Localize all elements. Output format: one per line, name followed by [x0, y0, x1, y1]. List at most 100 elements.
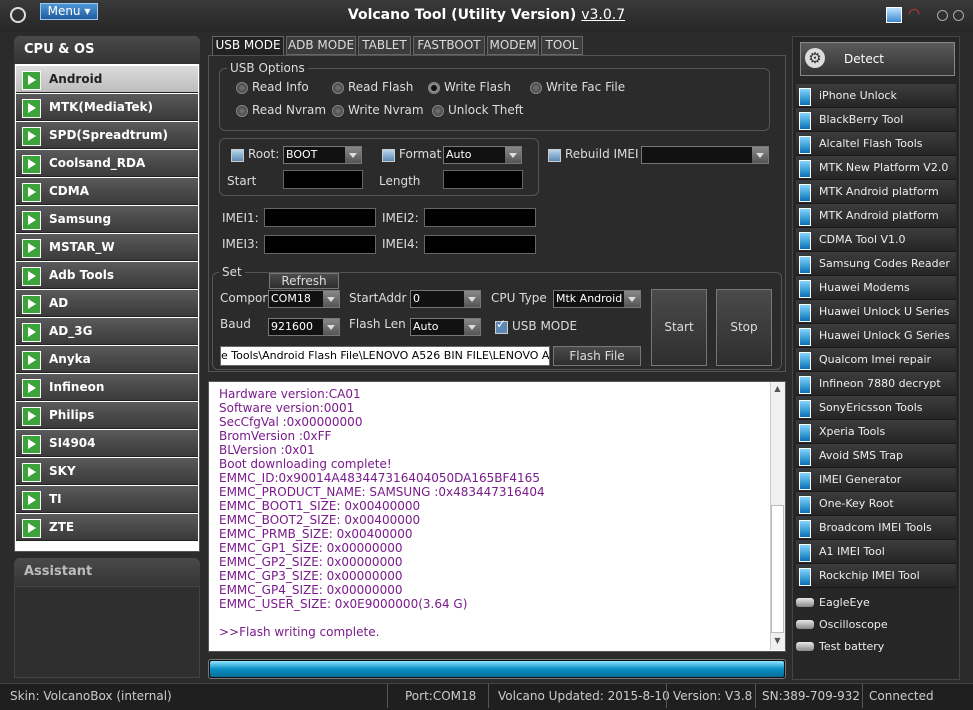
start-button[interactable]: Start	[651, 289, 707, 366]
cpu-item-ad-3g[interactable]: AD_3G	[16, 318, 198, 345]
tool-item-mtk-android-platform-v1-12[interactable]: MTK Android platform V1.12	[796, 204, 956, 246]
cpu-item-adb-tools[interactable]: Adb Tools	[16, 262, 198, 289]
flash-file-button[interactable]: Flash File	[553, 346, 641, 366]
format-select[interactable]: Auto	[443, 146, 522, 164]
tool-item-avoid-sms-trap[interactable]: Avoid SMS Trap	[796, 444, 956, 468]
cpu-item-coolsand-rda[interactable]: Coolsand_RDA	[16, 150, 198, 177]
baud-select[interactable]: 921600	[268, 318, 340, 336]
scroll-down-icon[interactable]: ▼	[771, 636, 784, 648]
tab-tool[interactable]: TOOL	[541, 36, 583, 55]
tab-tablet[interactable]: TABLET	[358, 36, 411, 55]
cpu-item-philips[interactable]: Philips	[16, 402, 198, 429]
minimize-button[interactable]	[937, 10, 948, 21]
imei4-label: IMEI4:	[382, 237, 419, 251]
flash-file-path-input[interactable]: e Tools\Android Flash File\LENOVO A526 B…	[220, 346, 550, 366]
stop-button[interactable]: Stop	[716, 289, 772, 366]
scroll-up-icon[interactable]: ▲	[771, 384, 784, 396]
cpu-item-zte[interactable]: ZTE	[16, 514, 198, 541]
radio-write-nvram[interactable]: Write Nvram	[332, 103, 424, 117]
cpu-item-infineon[interactable]: Infineon	[16, 374, 198, 401]
start-input[interactable]	[283, 170, 363, 189]
tool-item-huawei-unlock-u-series[interactable]: Huawei Unlock U Series	[796, 300, 956, 324]
cpu-item-spd-spreadtrum[interactable]: SPD(Spreadtrum)	[16, 122, 198, 149]
root-checkbox[interactable]: Root:	[231, 147, 279, 162]
cpu-item-mstar-w[interactable]: MSTAR_W	[16, 234, 198, 261]
cpu-item-android[interactable]: Android	[16, 66, 198, 93]
rebuild-imei-checkbox[interactable]: Rebuild IMEI	[548, 147, 639, 162]
status-divider	[488, 684, 489, 708]
utility-item-eagleeye[interactable]: EagleEye	[796, 592, 956, 614]
rebuild-imei-select[interactable]	[641, 146, 769, 164]
cpu-item-anyka[interactable]: Anyka	[16, 346, 198, 373]
phone-icon	[799, 520, 811, 538]
tool-item-alcaltel-flash-tools[interactable]: Alcaltel Flash Tools	[796, 132, 956, 156]
tool-item-broadcom-imei-tools[interactable]: Broadcom IMEI Tools	[796, 516, 956, 540]
flashlen-select[interactable]: Auto	[410, 318, 481, 336]
tool-item-one-key-root[interactable]: One-Key Root	[796, 492, 956, 516]
tab-usb-mode[interactable]: USB MODE	[212, 36, 284, 55]
usb-options-group	[219, 68, 770, 131]
tab-adb-mode[interactable]: ADB MODE	[286, 36, 356, 55]
phone-icon	[799, 568, 811, 586]
cpu-item-ad[interactable]: AD	[16, 290, 198, 317]
cputype-select[interactable]: Mtk Android	[553, 290, 641, 308]
cpu-item-cdma[interactable]: CDMA	[16, 178, 198, 205]
imei2-label: IMEI2:	[382, 211, 419, 225]
cpu-item-label: CDMA	[49, 184, 89, 198]
sn-status: SN:389-709-932	[762, 689, 861, 703]
wifi-icon[interactable]: ◠	[908, 7, 924, 21]
comport-select[interactable]: COM18	[268, 290, 340, 308]
tool-item-sonyericsson-tools[interactable]: SonyEricsson Tools	[796, 396, 956, 420]
tab-modem[interactable]: MODEM	[487, 36, 539, 55]
phone-icon	[799, 328, 811, 346]
imei4-input[interactable]	[424, 235, 536, 254]
tool-item-rockchip-imei-tool[interactable]: Rockchip IMEI Tool	[796, 564, 956, 588]
utility-item-test-battery[interactable]: Test battery	[796, 636, 956, 658]
refresh-button[interactable]: Refresh	[269, 273, 339, 289]
log-scrollbar-thumb[interactable]	[771, 505, 784, 633]
format-checkbox[interactable]: Format	[382, 147, 441, 162]
length-input[interactable]	[443, 170, 523, 189]
tool-item-huawei-modems[interactable]: Huawei Modems	[796, 276, 956, 300]
cpu-item-sky[interactable]: SKY	[16, 458, 198, 485]
radio-write-flash[interactable]: Write Flash	[428, 80, 511, 94]
cpu-item-mtk-mediatek[interactable]: MTK(MediaTek)	[16, 94, 198, 121]
tool-item-huawei-unlock-g-series[interactable]: Huawei Unlock G Series	[796, 324, 956, 348]
radio-unlock-theft[interactable]: Unlock Theft	[432, 103, 523, 117]
imei3-input[interactable]	[264, 235, 376, 254]
imei1-input[interactable]	[264, 208, 376, 227]
status-divider	[666, 684, 667, 708]
utility-item-oscilloscope[interactable]: Oscilloscope	[796, 614, 956, 636]
shield-icon[interactable]	[886, 7, 902, 23]
tool-item-qualcom-imei-repair[interactable]: Qualcom Imei repair	[796, 348, 956, 372]
tab-fastboot[interactable]: FASTBOOT	[413, 36, 485, 55]
cpu-item-samsung[interactable]: Samsung	[16, 206, 198, 233]
radio-read-info[interactable]: Read Info	[236, 80, 309, 94]
tool-item-cdma-tool-v1-0[interactable]: CDMA Tool V1.0	[796, 228, 956, 252]
imei2-input[interactable]	[424, 208, 536, 227]
startaddr-select[interactable]: 0	[410, 290, 481, 308]
radio-read-nvram[interactable]: Read Nvram	[236, 103, 326, 117]
tool-item-samsung-codes-reader[interactable]: Samsung Codes Reader	[796, 252, 956, 276]
tool-item-infineon-7880-decrypt[interactable]: Infineon 7880 decrypt	[796, 372, 956, 396]
tool-item-iphone-unlock[interactable]: iPhone Unlock	[796, 84, 956, 108]
radio-read-flash[interactable]: Read Flash	[332, 80, 413, 94]
status-divider	[755, 684, 756, 708]
assistant-header[interactable]: Assistant	[14, 558, 200, 586]
usb-mode-checkbox[interactable]: USB MODE	[495, 317, 577, 334]
version-status: Version: V3.8	[673, 689, 753, 703]
tool-item-mtk-android-platform-v1-04[interactable]: MTK Android platform V1.04	[796, 180, 956, 222]
connection-status: Connected	[869, 689, 934, 703]
close-button[interactable]	[953, 10, 964, 21]
tool-item-imei-generator[interactable]: IMEI Generator	[796, 468, 956, 492]
tool-item-blackberry-tool[interactable]: BlackBerry Tool	[796, 108, 956, 132]
root-select[interactable]: BOOT	[283, 146, 362, 164]
tool-item-mtk-new-platform-v2-0[interactable]: MTK New Platform V2.0	[796, 156, 956, 180]
tool-item-xperia-tools[interactable]: Xperia Tools	[796, 420, 956, 444]
tool-item-a1-imei-tool[interactable]: A1 IMEI Tool	[796, 540, 956, 564]
cpu-item-ti[interactable]: TI	[16, 486, 198, 513]
version-link[interactable]: v3.0.7	[581, 7, 625, 23]
menu-button[interactable]: Menu ▾	[40, 3, 98, 20]
cpu-item-si4904[interactable]: SI4904	[16, 430, 198, 457]
radio-write-fac-file[interactable]: Write Fac File	[530, 80, 625, 94]
